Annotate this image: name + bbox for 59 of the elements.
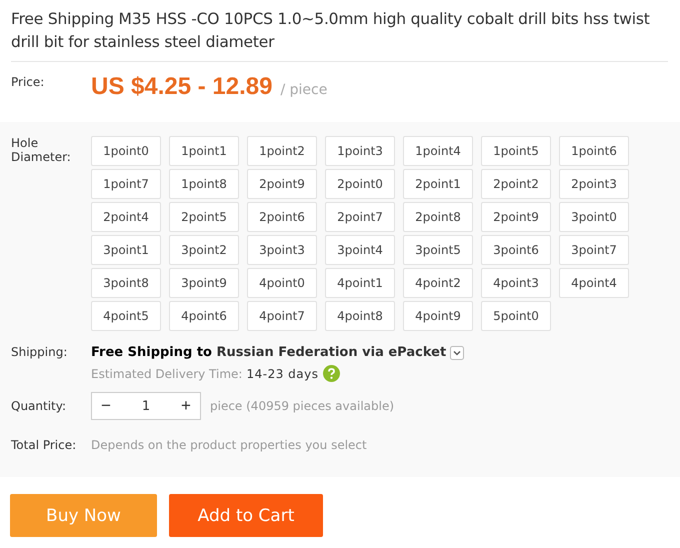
diameter-option[interactable]: 2point9 [247, 169, 317, 199]
diameter-option[interactable]: 3point7 [559, 235, 629, 265]
delivery-label: Estimated Delivery Time: [91, 366, 242, 380]
quantity-label: Quantity: [10, 399, 68, 413]
delivery-time: 14-23 days [246, 366, 318, 380]
diameter-option[interactable]: 1point8 [169, 169, 239, 199]
diameter-option[interactable]: 4point9 [403, 301, 473, 331]
dropdown-icon[interactable] [450, 346, 464, 360]
diameter-option[interactable]: 4point6 [169, 301, 239, 331]
diameter-option[interactable]: 2point9 [481, 202, 551, 232]
diameter-option[interactable]: 1point2 [247, 136, 317, 166]
diameter-option[interactable]: 1point7 [91, 169, 161, 199]
diameter-option[interactable]: 2point4 [91, 202, 161, 232]
increase-button[interactable]: + [172, 396, 200, 416]
price-unit: / piece [280, 82, 328, 98]
diameter-option[interactable]: 3point6 [481, 235, 551, 265]
diameter-option[interactable]: 4point2 [403, 268, 473, 298]
shipping-method: Free Shipping to Russian Federation via ePacket [91, 345, 446, 360]
diameter-option[interactable]: 2point2 [481, 169, 551, 199]
diameter-option[interactable]: 1point6 [559, 136, 629, 166]
diameter-option[interactable]: 3point1 [91, 235, 161, 265]
quantity-stepper[interactable]: − 1 + [91, 392, 201, 420]
diameter-option[interactable]: 4point5 [91, 301, 161, 331]
diameter-option[interactable]: 1point0 [91, 136, 161, 166]
diameter-option[interactable]: 4point0 [247, 268, 317, 298]
hole-diameter-label: Hole Diameter: [10, 136, 72, 164]
diameter-option[interactable]: 5point0 [481, 301, 551, 331]
price-value: US $4.25 - 12.89 [91, 73, 272, 101]
diameter-option[interactable]: 4point3 [481, 268, 551, 298]
product-title: Free Shipping M35 HSS -CO 10PCS 1.0~5.0mm high quality cobalt drill bits hss twist drill bit for stainless steel diameter [10, 9, 651, 53]
total-price-value: Depends on the product properties you select [91, 438, 367, 452]
total-price-label: Total Price: [10, 438, 78, 452]
quantity-value: 1 [142, 398, 150, 414]
diameter-option[interactable]: 1point3 [325, 136, 395, 166]
diameter-option[interactable]: 4point7 [247, 301, 317, 331]
diameter-option[interactable]: 2point5 [169, 202, 239, 232]
diameter-option[interactable]: 2point1 [403, 169, 473, 199]
diameter-option[interactable]: 1point5 [481, 136, 551, 166]
diameter-option[interactable]: 3point2 [169, 235, 239, 265]
diameter-option[interactable]: 3point8 [91, 268, 161, 298]
diameter-option[interactable]: 4point4 [559, 268, 629, 298]
availability-note: piece (40959 pieces available) [210, 399, 394, 413]
diameter-option[interactable]: 3point4 [325, 235, 395, 265]
diameter-option[interactable]: 2point8 [403, 202, 473, 232]
shipping-label: Shipping: [10, 345, 68, 359]
diameter-option[interactable]: 3point9 [169, 268, 239, 298]
diameter-option[interactable]: 1point1 [169, 136, 239, 166]
diameter-option[interactable]: 3point5 [403, 235, 473, 265]
diameter-option[interactable]: 2point3 [559, 169, 629, 199]
diameter-option[interactable]: 2point0 [325, 169, 395, 199]
diameter-option[interactable]: 3point3 [247, 235, 317, 265]
diameter-option[interactable]: 3point0 [559, 202, 629, 232]
diameter-option[interactable]: 4point8 [325, 301, 395, 331]
diameter-option[interactable]: 2point7 [325, 202, 395, 232]
diameter-option[interactable]: 1point4 [403, 136, 473, 166]
diameter-option[interactable]: 4point1 [325, 268, 395, 298]
diameter-option[interactable]: 2point6 [247, 202, 317, 232]
price-label: Price: [10, 75, 46, 89]
decrease-button[interactable]: − [92, 396, 120, 416]
